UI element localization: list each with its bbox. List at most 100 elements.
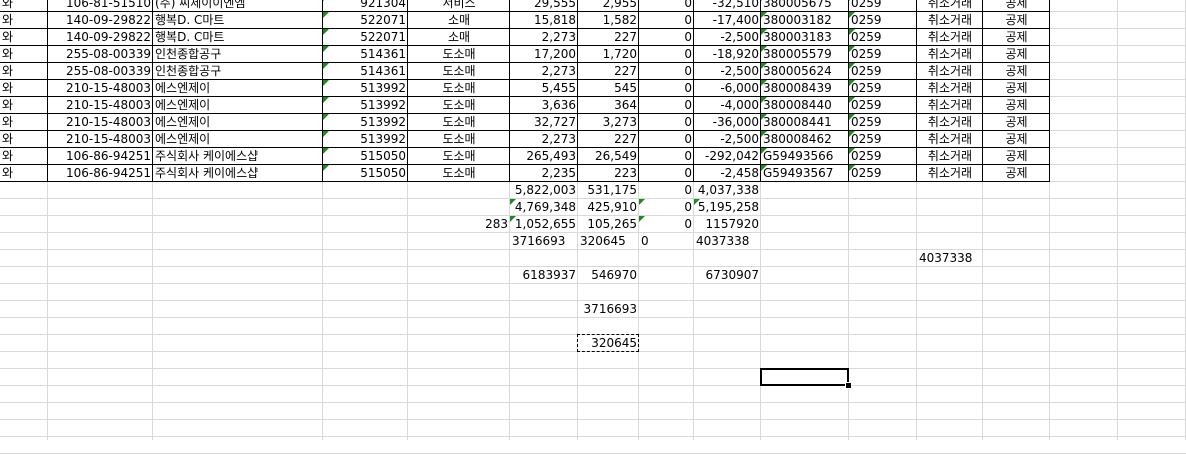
table-cell[interactable]: 도소매: [408, 80, 510, 97]
summary-cell[interactable]: 3716693: [578, 301, 639, 318]
table-cell[interactable]: 3,636: [510, 97, 578, 114]
table-cell[interactable]: 210-15-48003: [48, 80, 153, 97]
table-cell[interactable]: 380003183: [761, 29, 849, 46]
table-cell[interactable]: 주식회사 케이에스샵: [153, 148, 323, 165]
table-cell[interactable]: 380005675: [761, 0, 849, 12]
summary-cell[interactable]: 425,910: [578, 199, 639, 216]
table-cell[interactable]: 140-09-29822: [48, 29, 153, 46]
table-cell[interactable]: 0259: [849, 131, 917, 148]
table-cell[interactable]: 0259: [849, 80, 917, 97]
summary-cell[interactable]: 283: [408, 216, 510, 233]
table-cell[interactable]: 취소거래: [917, 0, 983, 12]
table-cell[interactable]: 223: [578, 165, 639, 182]
table-cell[interactable]: 5,455: [510, 80, 578, 97]
table-cell[interactable]: -2,500: [694, 63, 761, 80]
table-cell[interactable]: 0259: [849, 46, 917, 63]
summary-cell[interactable]: 546970: [578, 267, 639, 284]
table-cell[interactable]: 공제: [983, 148, 1050, 165]
table-cell[interactable]: 255-08-00339: [48, 46, 153, 63]
summary-cell[interactable]: 1157920: [694, 216, 761, 233]
table-cell[interactable]: 0: [639, 12, 694, 29]
table-cell[interactable]: 와: [0, 80, 48, 97]
table-cell[interactable]: 0259: [849, 97, 917, 114]
table-cell[interactable]: 0: [639, 80, 694, 97]
table-cell[interactable]: 공제: [983, 63, 1050, 80]
table-cell[interactable]: 소매: [408, 29, 510, 46]
active-cell-selection[interactable]: [760, 368, 849, 386]
table-cell[interactable]: 380008462: [761, 131, 849, 148]
summary-cell[interactable]: 5,195,258: [694, 199, 761, 216]
table-cell[interactable]: 취소거래: [917, 165, 983, 182]
table-cell[interactable]: 227: [578, 29, 639, 46]
table-cell[interactable]: 0259: [849, 165, 917, 182]
table-cell[interactable]: 행복D. C마트: [153, 12, 323, 29]
summary-cell[interactable]: 4037338: [917, 250, 983, 267]
table-cell[interactable]: 210-15-48003: [48, 114, 153, 131]
table-cell[interactable]: 210-15-48003: [48, 131, 153, 148]
table-cell[interactable]: 29,555: [510, 0, 578, 12]
table-cell[interactable]: 인천종합공구: [153, 46, 323, 63]
table-cell[interactable]: 도소매: [408, 97, 510, 114]
table-cell[interactable]: 380003182: [761, 12, 849, 29]
table-cell[interactable]: 2,955: [578, 0, 639, 12]
table-cell[interactable]: 380005624: [761, 63, 849, 80]
table-cell[interactable]: 3,273: [578, 114, 639, 131]
table-cell[interactable]: 도소매: [408, 46, 510, 63]
table-cell[interactable]: 515050: [323, 148, 408, 165]
table-cell[interactable]: 210-15-48003: [48, 97, 153, 114]
table-cell[interactable]: 공제: [983, 80, 1050, 97]
table-cell[interactable]: -292,042: [694, 148, 761, 165]
table-cell[interactable]: -4,000: [694, 97, 761, 114]
table-cell[interactable]: 행복D. C마트: [153, 29, 323, 46]
summary-cell[interactable]: 0: [639, 182, 694, 199]
summary-cell[interactable]: 3716693: [510, 233, 578, 250]
table-cell[interactable]: -32,510: [694, 0, 761, 12]
table-cell[interactable]: 514361: [323, 63, 408, 80]
table-cell[interactable]: 0: [639, 148, 694, 165]
table-cell[interactable]: 380008439: [761, 80, 849, 97]
table-cell[interactable]: 공제: [983, 29, 1050, 46]
table-cell[interactable]: 취소거래: [917, 12, 983, 29]
summary-cell[interactable]: 0: [639, 199, 694, 216]
table-cell[interactable]: 106-81-51510: [48, 0, 153, 12]
table-cell[interactable]: 106-86-94251: [48, 165, 153, 182]
summary-cell[interactable]: 5,822,003: [510, 182, 578, 199]
table-cell[interactable]: 0259: [849, 63, 917, 80]
summary-cell[interactable]: 6183937: [510, 267, 578, 284]
table-cell[interactable]: 와: [0, 63, 48, 80]
table-cell[interactable]: 2,235: [510, 165, 578, 182]
table-cell[interactable]: 취소거래: [917, 131, 983, 148]
table-cell[interactable]: 0: [639, 46, 694, 63]
table-cell[interactable]: 와: [0, 114, 48, 131]
table-cell[interactable]: -17,400: [694, 12, 761, 29]
table-cell[interactable]: 0: [639, 131, 694, 148]
fill-handle[interactable]: [845, 382, 852, 389]
table-cell[interactable]: -2,500: [694, 131, 761, 148]
table-cell[interactable]: 255-08-00339: [48, 63, 153, 80]
table-cell[interactable]: 0: [639, 97, 694, 114]
table-cell[interactable]: 공제: [983, 46, 1050, 63]
table-cell[interactable]: 514361: [323, 46, 408, 63]
table-cell[interactable]: 515050: [323, 165, 408, 182]
summary-cell[interactable]: 4,037,338: [694, 182, 761, 199]
table-cell[interactable]: 380008440: [761, 97, 849, 114]
table-cell[interactable]: 공제: [983, 0, 1050, 12]
table-cell[interactable]: 소매: [408, 12, 510, 29]
table-cell[interactable]: 513992: [323, 131, 408, 148]
summary-cell[interactable]: 4,769,348: [510, 199, 578, 216]
table-cell[interactable]: 와: [0, 97, 48, 114]
table-cell[interactable]: 0259: [849, 12, 917, 29]
table-cell[interactable]: 1,720: [578, 46, 639, 63]
table-cell[interactable]: 와: [0, 148, 48, 165]
table-cell[interactable]: 0: [639, 114, 694, 131]
summary-cell[interactable]: 0: [639, 233, 694, 250]
table-cell[interactable]: 545: [578, 80, 639, 97]
table-cell[interactable]: 와: [0, 46, 48, 63]
table-cell[interactable]: 140-09-29822: [48, 12, 153, 29]
table-cell[interactable]: 공제: [983, 12, 1050, 29]
table-cell[interactable]: 1,582: [578, 12, 639, 29]
table-cell[interactable]: 513992: [323, 114, 408, 131]
table-cell[interactable]: 도소매: [408, 148, 510, 165]
table-cell[interactable]: 공제: [983, 165, 1050, 182]
table-cell[interactable]: 0259: [849, 29, 917, 46]
